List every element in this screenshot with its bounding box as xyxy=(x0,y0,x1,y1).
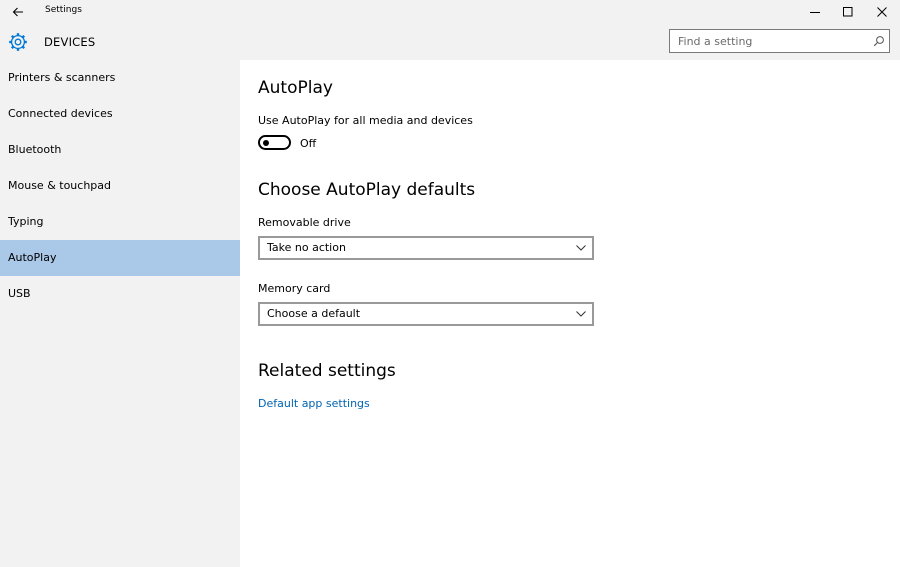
search-placeholder: Find a setting xyxy=(678,35,753,48)
sidebar-item-label: AutoPlay xyxy=(8,251,57,264)
sidebar-item-connected-devices[interactable]: Connected devices xyxy=(0,96,240,132)
sidebar-item-mouse-touchpad[interactable]: Mouse & touchpad xyxy=(0,168,240,204)
chevron-down-icon xyxy=(576,245,586,251)
minimize-button[interactable] xyxy=(798,0,832,24)
back-arrow-icon xyxy=(12,7,23,17)
sidebar-item-label: Bluetooth xyxy=(8,143,62,156)
maximize-button[interactable] xyxy=(831,0,865,24)
sidebar-item-label: Printers & scanners xyxy=(8,71,116,84)
page-title: DEVICES xyxy=(44,35,96,49)
related-settings-heading: Related settings xyxy=(258,361,396,381)
main-content: AutoPlay Use AutoPlay for all media and … xyxy=(240,60,900,567)
sidebar-item-typing[interactable]: Typing xyxy=(0,204,240,240)
close-button[interactable] xyxy=(865,0,899,24)
sidebar-item-label: Connected devices xyxy=(8,107,113,120)
back-button[interactable] xyxy=(4,0,32,24)
autoplay-toggle[interactable] xyxy=(258,135,291,150)
sidebar-item-label: Typing xyxy=(8,215,44,228)
sidebar-item-label: Mouse & touchpad xyxy=(8,179,112,192)
search-icon[interactable] xyxy=(873,35,885,47)
removable-drive-value: Take no action xyxy=(267,241,346,254)
defaults-heading: Choose AutoPlay defaults xyxy=(258,180,476,200)
title-bar: Settings xyxy=(0,0,900,24)
chevron-down-icon xyxy=(576,311,586,317)
memory-card-dropdown[interactable]: Choose a default xyxy=(258,302,594,326)
toggle-state-text: Off xyxy=(300,137,317,150)
removable-drive-label: Removable drive xyxy=(258,216,351,229)
search-input[interactable]: Find a setting xyxy=(669,29,890,53)
sidebar-item-bluetooth[interactable]: Bluetooth xyxy=(0,132,240,168)
toggle-knob xyxy=(263,139,269,146)
sidebar-item-printers-scanners[interactable]: Printers & scanners xyxy=(0,60,240,96)
sidebar-item-autoplay[interactable]: AutoPlay xyxy=(0,240,240,276)
close-icon xyxy=(877,7,887,17)
page-header: DEVICES Find a setting xyxy=(0,24,900,60)
gear-icon xyxy=(9,33,27,51)
autoplay-toggle-label: Use AutoPlay for all media and devices xyxy=(258,114,473,127)
autoplay-heading: AutoPlay xyxy=(258,78,333,98)
app-title: Settings xyxy=(45,5,82,15)
default-app-settings-link[interactable]: Default app settings xyxy=(258,397,370,410)
memory-card-value: Choose a default xyxy=(267,307,361,320)
minimize-icon xyxy=(810,12,820,13)
sidebar-item-usb[interactable]: USB xyxy=(0,276,240,312)
removable-drive-dropdown[interactable]: Take no action xyxy=(258,236,594,260)
memory-card-label: Memory card xyxy=(258,282,331,295)
sidebar: Printers & scanners Connected devices Bl… xyxy=(0,60,240,567)
settings-window: Settings DEVICES Find a setting Printers… xyxy=(0,0,900,567)
maximize-icon xyxy=(843,7,853,17)
sidebar-item-label: USB xyxy=(8,287,31,300)
